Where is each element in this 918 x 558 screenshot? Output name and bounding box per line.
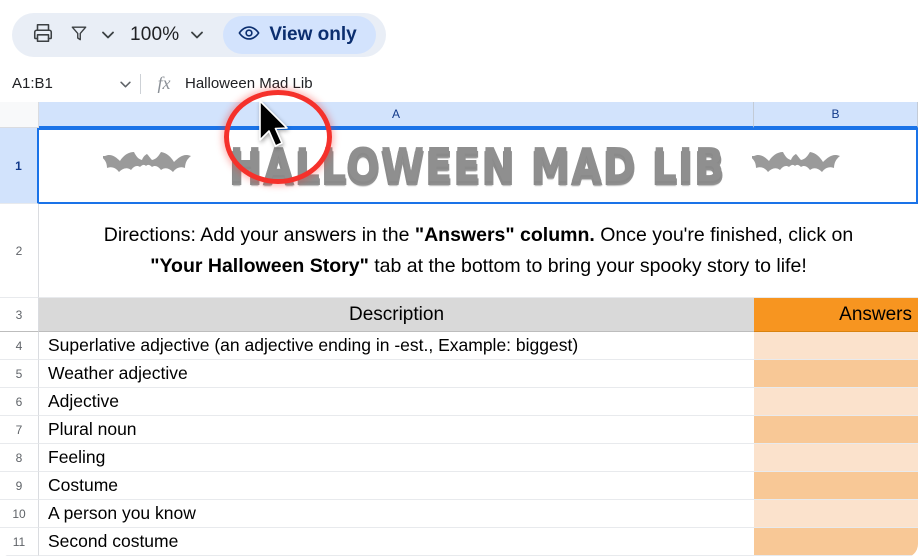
row-header-4[interactable]: 4 (0, 332, 39, 360)
table-row: 6 Adjective (0, 388, 918, 416)
filter-button[interactable] (62, 18, 96, 52)
description-cell[interactable]: Costume (39, 472, 754, 500)
row-header-2[interactable]: 2 (0, 204, 39, 298)
directions-part-2: Once you're finished, click on (594, 223, 854, 246)
title-banner-cell[interactable]: HALLOWEEN MAD LIB (39, 128, 918, 204)
description-text: Feeling (48, 447, 106, 467)
answer-cell[interactable] (754, 500, 918, 528)
description-cell[interactable]: Adjective (39, 388, 754, 416)
table-row: 5 Weather adjective (0, 360, 918, 388)
description-text: Costume (48, 475, 119, 495)
column-header-b[interactable]: B (754, 102, 918, 128)
formula-bar-divider (140, 73, 141, 94)
description-text: Plural noun (48, 419, 137, 439)
select-all-corner[interactable] (0, 102, 39, 128)
table-row: 9 Costume (0, 472, 918, 500)
bat-icon (748, 142, 852, 191)
header-cell-answers[interactable]: Answers (754, 298, 918, 332)
column-header-a[interactable]: A (39, 102, 754, 128)
description-cell[interactable]: Feeling (39, 444, 754, 472)
filter-dropdown-caret[interactable] (98, 18, 118, 52)
toolbar-pill: 100% View only (12, 13, 386, 57)
directions-part-1: Directions: Add your answers in the (103, 223, 415, 246)
chevron-down-icon (191, 26, 204, 44)
description-cell[interactable]: Weather adjective (39, 360, 754, 388)
directions-bold-story-tab: "Your Halloween Story" (150, 254, 369, 277)
filter-icon (69, 23, 89, 48)
description-text: Superlative adjective (an adjective endi… (48, 335, 579, 355)
table-row: 2 Directions: Add your answers in the "A… (0, 204, 918, 298)
row-header-3[interactable]: 3 (0, 298, 39, 332)
row-header-10[interactable]: 10 (0, 500, 39, 528)
answer-cell[interactable] (754, 360, 918, 388)
spreadsheet-window: 100% View only A1:B1 fx Halloween Mad Li… (0, 0, 918, 558)
eye-icon (238, 25, 261, 46)
name-box-caret[interactable] (112, 66, 138, 102)
description-text: Weather adjective (48, 363, 188, 383)
table-row: 10 A person you know (0, 500, 918, 528)
answer-cell[interactable] (754, 332, 918, 360)
formula-bar: A1:B1 fx Halloween Mad Lib (0, 66, 918, 102)
zoom-dropdown-caret[interactable] (187, 18, 207, 52)
table-row: 3 Description Answers (0, 298, 918, 332)
description-text: Adjective (48, 391, 120, 411)
table-row: 11 Second costume (0, 528, 918, 556)
description-text: Second costume (48, 531, 179, 551)
toolbar: 100% View only (0, 0, 918, 66)
spreadsheet-grid: A B 1 HALLOWEEN MAD LIB 2 Directions: Ad… (0, 102, 918, 558)
fx-icon[interactable]: fx (147, 66, 181, 102)
chevron-down-icon (119, 75, 131, 93)
print-button[interactable] (26, 18, 60, 52)
description-cell[interactable]: Superlative adjective (an adjective endi… (39, 332, 754, 360)
directions-cell[interactable]: Directions: Add your answers in the "Ans… (39, 204, 918, 298)
answer-cell[interactable] (754, 444, 918, 472)
table-row: 1 HALLOWEEN MAD LIB (0, 128, 918, 204)
description-text: A person you know (48, 503, 196, 523)
answer-cell[interactable] (754, 472, 918, 500)
print-icon (32, 22, 54, 49)
answer-cell[interactable] (754, 388, 918, 416)
view-only-label: View only (269, 24, 357, 45)
description-cell[interactable]: Second costume (39, 528, 754, 556)
description-cell[interactable]: A person you know (39, 500, 754, 528)
row-header-9[interactable]: 9 (0, 472, 39, 500)
directions-bold-answers: "Answers" column. (414, 223, 595, 246)
row-header-1[interactable]: 1 (0, 128, 39, 204)
formula-input[interactable]: Halloween Mad Lib (181, 66, 918, 102)
directions-text: Directions: Add your answers in the "Ans… (104, 220, 853, 282)
row-header-7[interactable]: 7 (0, 416, 39, 444)
chevron-down-icon (102, 26, 114, 44)
answer-cell[interactable] (754, 416, 918, 444)
directions-part-3: tab at the bottom to bring your spooky s… (368, 254, 807, 277)
row-header-6[interactable]: 6 (0, 388, 39, 416)
row-header-8[interactable]: 8 (0, 444, 39, 472)
table-row: 7 Plural noun (0, 416, 918, 444)
row-header-5[interactable]: 5 (0, 360, 39, 388)
bat-icon (100, 142, 203, 191)
header-cell-description[interactable]: Description (39, 298, 754, 332)
table-row: 8 Feeling (0, 444, 918, 472)
answer-cell[interactable] (754, 528, 918, 556)
column-header-row: A B (0, 102, 918, 128)
table-row: 4 Superlative adjective (an adjective end… (0, 332, 918, 360)
zoom-level-label[interactable]: 100% (120, 24, 185, 46)
page-title: HALLOWEEN MAD LIB (229, 139, 726, 193)
row-header-11[interactable]: 11 (0, 528, 39, 556)
description-cell[interactable]: Plural noun (39, 416, 754, 444)
name-box[interactable]: A1:B1 (0, 66, 112, 102)
view-only-button[interactable]: View only (223, 16, 376, 54)
